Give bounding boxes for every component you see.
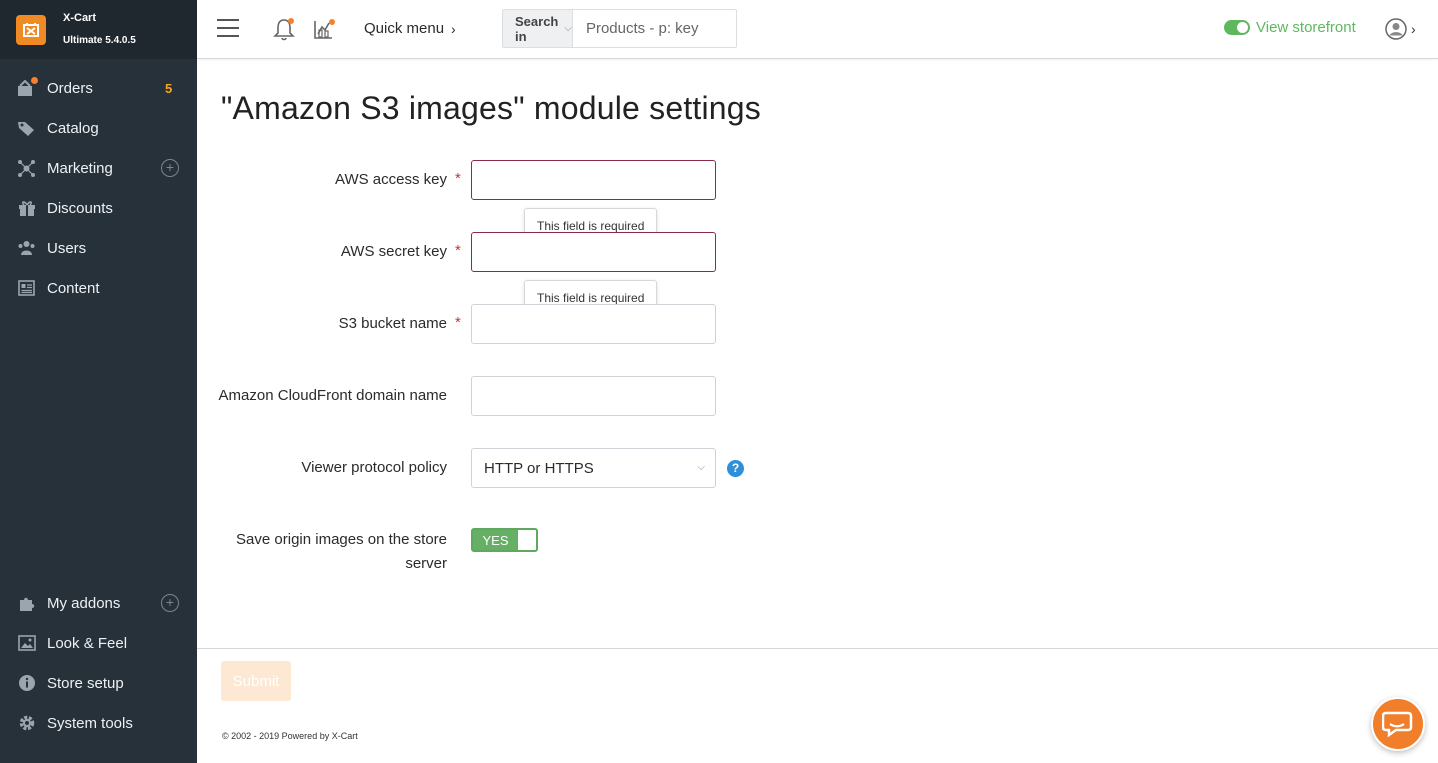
chevron-right-icon: › <box>1411 21 1416 37</box>
chat-bubble-icon[interactable] <box>1371 697 1425 751</box>
quick-menu[interactable]: Quick menu › <box>364 20 456 37</box>
field-label: Save origin images on the store server <box>236 531 447 572</box>
info-icon <box>17 674 36 693</box>
viewer-protocol-select[interactable]: HTTP or HTTPS ⌵ <box>471 448 716 488</box>
tag-icon <box>17 119 36 138</box>
add-marketing-plus-icon[interactable]: + <box>161 159 179 177</box>
sidebar-item-my-addons[interactable]: My addons + <box>0 583 197 623</box>
brand-header: X-Cart Ultimate 5.4.0.5 <box>0 0 197 59</box>
gift-icon <box>17 199 36 218</box>
viewer-protocol-value: HTTP or HTTPS <box>484 459 594 477</box>
search-in-label: Search in <box>515 13 559 44</box>
page-title: "Amazon S3 images" module settings <box>221 90 762 126</box>
main-content: "Amazon S3 images" module settings AWS a… <box>197 60 1438 763</box>
chevron-down-icon: ⌵ <box>564 23 572 34</box>
chevron-down-icon: ⌵ <box>697 462 705 473</box>
puzzle-icon <box>17 594 36 613</box>
marketing-icon <box>17 159 36 178</box>
help-icon[interactable]: ? <box>727 460 744 477</box>
aws-access-key-field <box>471 160 716 200</box>
users-icon <box>17 239 36 258</box>
cloudfront-domain-field <box>471 376 716 416</box>
s3-bucket-name-field <box>471 304 716 344</box>
notifications-bell-icon[interactable] <box>273 17 295 41</box>
aws-secret-key-input[interactable] <box>472 233 715 271</box>
user-menu[interactable]: › <box>1385 18 1416 40</box>
view-storefront-link[interactable]: View storefront <box>1224 19 1356 36</box>
sidebar-item-label: Orders <box>47 79 93 97</box>
view-storefront-label: View storefront <box>1256 19 1356 36</box>
menu-toggle-icon[interactable] <box>217 19 239 37</box>
orders-icon <box>17 76 38 98</box>
top-header: Quick menu › Search in ⌵ View storefront… <box>197 0 1438 59</box>
sidebar-item-content[interactable]: Content <box>0 268 197 308</box>
submit-button[interactable]: Submit <box>221 661 291 701</box>
user-avatar-icon <box>1385 18 1407 40</box>
field-label: Amazon CloudFront domain name <box>218 387 447 404</box>
required-marker: * <box>455 170 461 187</box>
sidebar-item-label: System tools <box>47 714 133 732</box>
search-bar: Search in ⌵ <box>502 9 785 48</box>
sidebar-item-label: My addons <box>47 594 121 612</box>
sidebar: X-Cart Ultimate 5.4.0.5 Orders 5 Catalog… <box>0 0 197 763</box>
sidebar-nav-top: Orders 5 Catalog Marketing + Discounts U… <box>0 59 197 308</box>
add-addon-plus-icon[interactable]: + <box>161 594 179 612</box>
field-label: AWS access key <box>335 171 447 188</box>
aws-secret-key-field <box>471 232 716 272</box>
sidebar-nav-bottom: My addons + Look & Feel Store setup Syst… <box>0 583 197 743</box>
aws-access-key-input[interactable] <box>472 161 715 199</box>
sidebar-item-store-setup[interactable]: Store setup <box>0 663 197 703</box>
gear-icon <box>17 714 36 733</box>
brand-name: X-Cart <box>63 12 97 24</box>
sidebar-item-label: Marketing <box>47 159 113 177</box>
chevron-right-icon: › <box>451 20 456 37</box>
field-label: Viewer protocol policy <box>301 459 447 476</box>
sidebar-item-system-tools[interactable]: System tools <box>0 703 197 743</box>
sidebar-item-label: Content <box>47 279 100 297</box>
sidebar-item-label: Discounts <box>47 199 113 217</box>
search-in-dropdown[interactable]: Search in ⌵ <box>503 10 573 47</box>
search-input[interactable] <box>572 10 785 47</box>
analytics-icon[interactable] <box>312 17 336 41</box>
footer-copyright: © 2002 - 2019 Powered by X-Cart <box>222 731 358 741</box>
cloudfront-domain-input[interactable] <box>472 377 715 415</box>
required-marker: * <box>455 242 461 259</box>
s3-bucket-name-input[interactable] <box>472 305 715 343</box>
sidebar-item-users[interactable]: Users <box>0 228 197 268</box>
sidebar-item-label: Store setup <box>47 674 124 692</box>
sidebar-item-discounts[interactable]: Discounts <box>0 188 197 228</box>
orders-count-badge: 5 <box>165 80 173 96</box>
sidebar-item-label: Users <box>47 239 87 257</box>
sidebar-item-label: Look & Feel <box>47 634 128 652</box>
orders-notification-dot <box>31 76 38 84</box>
toggle-state-label: YES <box>473 530 518 550</box>
sidebar-item-catalog[interactable]: Catalog <box>0 108 197 148</box>
sidebar-item-label: Catalog <box>47 119 99 137</box>
footer-divider <box>197 648 1438 649</box>
content-icon <box>17 279 36 298</box>
field-label: S3 bucket name <box>338 315 447 332</box>
required-marker: * <box>455 314 461 331</box>
sidebar-item-orders[interactable]: Orders 5 <box>0 68 197 108</box>
sidebar-item-marketing[interactable]: Marketing + <box>0 148 197 188</box>
field-label: AWS secret key <box>340 243 447 260</box>
quick-menu-label: Quick menu <box>364 20 445 37</box>
brand-version: Ultimate 5.4.0.5 <box>63 35 136 46</box>
save-origin-toggle[interactable]: YES <box>471 528 538 552</box>
x-cart-logo-icon[interactable] <box>16 14 46 45</box>
sidebar-item-look-and-feel[interactable]: Look & Feel <box>0 623 197 663</box>
storefront-toggle-icon <box>1224 20 1250 35</box>
image-icon <box>17 634 36 653</box>
